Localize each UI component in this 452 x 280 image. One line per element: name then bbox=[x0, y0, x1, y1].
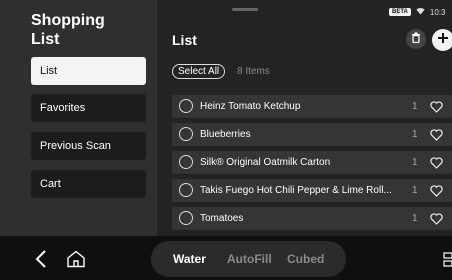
heart-icon[interactable] bbox=[430, 128, 443, 146]
item-quantity: 1 bbox=[412, 101, 418, 112]
status-bar: BETA 10:3 bbox=[389, 6, 445, 18]
trash-icon bbox=[411, 30, 421, 48]
add-item-button[interactable] bbox=[432, 29, 452, 51]
tab-water[interactable]: Water bbox=[173, 252, 206, 266]
item-quantity: 1 bbox=[412, 185, 418, 196]
item-quantity: 1 bbox=[412, 129, 418, 140]
home-icon[interactable] bbox=[66, 250, 86, 273]
select-all-button[interactable]: Select All bbox=[172, 64, 226, 79]
list-item[interactable]: Takis Fuego Hot Chili Pepper & Lime Roll… bbox=[172, 179, 452, 202]
app-title-line2: List bbox=[31, 31, 60, 48]
list-item[interactable]: Heinz Tomato Ketchup 1 bbox=[172, 95, 452, 118]
menu-icon[interactable] bbox=[443, 252, 452, 273]
delete-button[interactable] bbox=[406, 29, 426, 49]
list-item[interactable]: Tomatoes 1 bbox=[172, 207, 452, 230]
heart-icon[interactable] bbox=[430, 100, 443, 118]
item-checkbox[interactable] bbox=[179, 155, 193, 169]
item-count: 8 Items bbox=[237, 66, 270, 77]
item-checkbox[interactable] bbox=[179, 99, 193, 113]
item-name: Takis Fuego Hot Chili Pepper & Lime Roll… bbox=[200, 185, 392, 196]
sidebar-item-favorites[interactable]: Favorites bbox=[31, 94, 146, 122]
page-title: List bbox=[172, 32, 197, 48]
back-chevron-icon[interactable] bbox=[35, 250, 47, 273]
item-checkbox[interactable] bbox=[179, 211, 193, 225]
item-name: Blueberries bbox=[200, 129, 251, 140]
list-item[interactable]: Silk® Original Oatmilk Carton 1 bbox=[172, 151, 452, 174]
item-name: Silk® Original Oatmilk Carton bbox=[200, 157, 331, 168]
item-checkbox[interactable] bbox=[179, 183, 193, 197]
drag-handle[interactable] bbox=[232, 8, 258, 11]
heart-icon[interactable] bbox=[430, 184, 443, 202]
sidebar-item-cart[interactable]: Cart bbox=[31, 170, 146, 198]
item-checkbox[interactable] bbox=[179, 127, 193, 141]
sidebar-item-label: Cart bbox=[40, 178, 61, 190]
tab-cubed[interactable]: Cubed bbox=[287, 252, 324, 266]
item-quantity: 1 bbox=[412, 213, 418, 224]
item-name: Heinz Tomato Ketchup bbox=[200, 101, 301, 112]
heart-icon[interactable] bbox=[430, 212, 443, 230]
sidebar-item-label: List bbox=[40, 65, 58, 77]
status-time: 10:3 bbox=[429, 7, 446, 17]
beta-badge: BETA bbox=[389, 8, 411, 16]
sidebar-item-label: Favorites bbox=[40, 102, 86, 114]
list-item[interactable]: Blueberries 1 bbox=[172, 123, 452, 146]
tab-autofill[interactable]: AutoFill bbox=[227, 252, 272, 266]
heart-icon[interactable] bbox=[430, 156, 443, 174]
sidebar-item-label: Previous Scan bbox=[40, 140, 111, 152]
item-name: Tomatoes bbox=[200, 213, 244, 224]
app-title: Shopping List bbox=[31, 11, 105, 49]
item-quantity: 1 bbox=[412, 157, 418, 168]
sidebar-item-previous-scan[interactable]: Previous Scan bbox=[31, 132, 146, 160]
wifi-icon bbox=[416, 7, 425, 17]
sidebar-item-list[interactable]: List bbox=[31, 57, 146, 85]
plus-icon bbox=[437, 31, 449, 49]
app-title-line1: Shopping bbox=[31, 12, 105, 29]
